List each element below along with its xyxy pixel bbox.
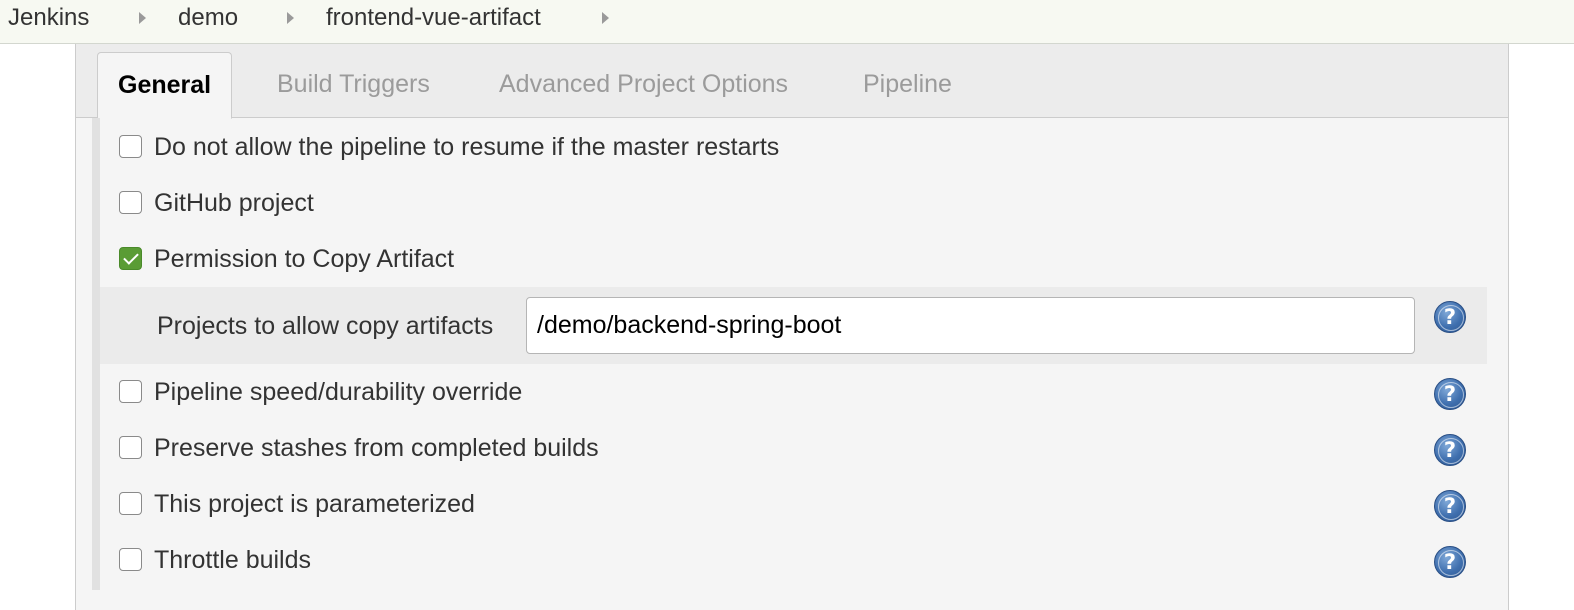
help-icon[interactable]: ? <box>1434 301 1466 333</box>
option-resume-pipeline: Do not allow the pipeline to resume if t… <box>100 127 1490 167</box>
caret-right-icon[interactable] <box>287 12 294 24</box>
tab-general[interactable]: General <box>97 52 233 119</box>
option-github-project: GitHub project <box>100 183 1490 223</box>
tab-build-triggers[interactable]: Build Triggers <box>277 52 430 118</box>
checkbox-preserve-stashes[interactable] <box>119 436 142 459</box>
option-label[interactable]: This project is parameterized <box>154 489 475 519</box>
breadcrumb: Jenkins demo frontend-vue-artifact <box>0 0 1574 44</box>
breadcrumb-item-frontend-vue-artifact[interactable]: frontend-vue-artifact <box>326 4 541 32</box>
breadcrumb-item-jenkins[interactable]: Jenkins <box>8 4 89 32</box>
option-parameterized: This project is parameterized <box>100 484 1490 524</box>
checkbox-github-project[interactable] <box>119 191 142 214</box>
help-icon[interactable]: ? <box>1434 434 1466 466</box>
checkbox-copy-artifact[interactable] <box>119 247 142 270</box>
copy-artifact-projects-label: Projects to allow copy artifacts <box>157 312 494 340</box>
section-rail <box>92 118 100 590</box>
help-icon[interactable]: ? <box>1434 490 1466 522</box>
config-panel: General Build Triggers Advanced Project … <box>75 44 1509 610</box>
copy-artifact-projects-input[interactable] <box>526 297 1415 354</box>
option-preserve-stashes: Preserve stashes from completed builds <box>100 428 1490 468</box>
option-copy-artifact: Permission to Copy Artifact <box>100 239 1490 279</box>
option-label[interactable]: GitHub project <box>154 188 314 218</box>
copy-artifact-settings: Projects to allow copy artifacts <box>100 287 1487 364</box>
option-label[interactable]: Throttle builds <box>154 545 311 575</box>
option-throttle-builds: Throttle builds <box>100 540 1490 580</box>
option-label[interactable]: Preserve stashes from completed builds <box>154 433 599 463</box>
tab-pipeline[interactable]: Pipeline <box>863 52 952 118</box>
breadcrumb-item-demo[interactable]: demo <box>178 4 238 32</box>
caret-right-icon[interactable] <box>602 12 609 24</box>
help-icon[interactable]: ? <box>1434 546 1466 578</box>
config-tabbar: General Build Triggers Advanced Project … <box>76 44 1508 119</box>
option-pipeline-durability: Pipeline speed/durability override <box>100 372 1490 412</box>
checkbox-parameterized[interactable] <box>119 492 142 515</box>
caret-right-icon[interactable] <box>139 12 146 24</box>
checkbox-throttle-builds[interactable] <box>119 548 142 571</box>
checkbox-pipeline-durability[interactable] <box>119 380 142 403</box>
option-label[interactable]: Do not allow the pipeline to resume if t… <box>154 132 779 162</box>
help-icon[interactable]: ? <box>1434 378 1466 410</box>
option-label[interactable]: Permission to Copy Artifact <box>154 244 454 274</box>
option-label[interactable]: Pipeline speed/durability override <box>154 377 522 407</box>
checkbox-resume-pipeline[interactable] <box>119 135 142 158</box>
tab-advanced-project-options[interactable]: Advanced Project Options <box>499 52 788 118</box>
